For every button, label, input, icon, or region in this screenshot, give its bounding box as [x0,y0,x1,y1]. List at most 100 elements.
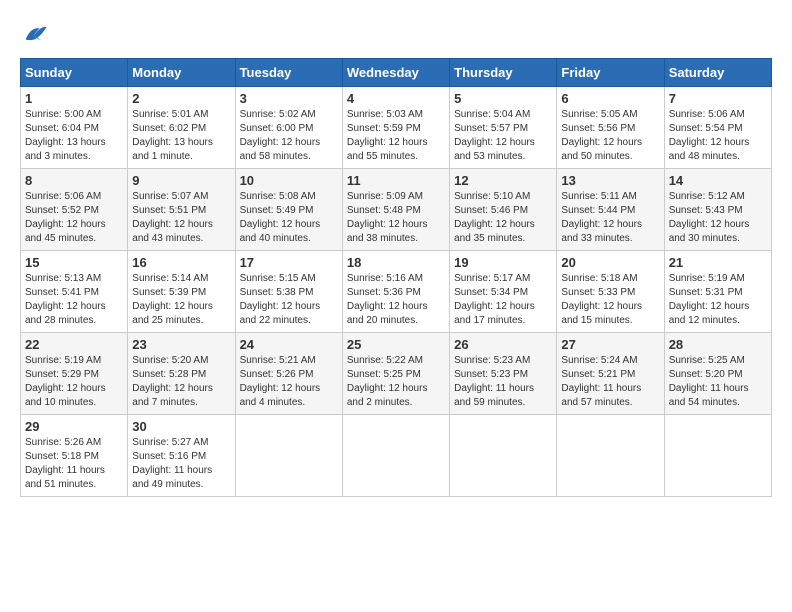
day-info: Sunrise: 5:14 AM Sunset: 5:39 PM Dayligh… [132,272,230,328]
calendar-cell [342,415,449,497]
calendar-cell: 11 Sunrise: 5:09 AM Sunset: 5:48 PM Dayl… [342,169,449,251]
header-monday: Monday [128,59,235,87]
calendar-cell: 28 Sunrise: 5:25 AM Sunset: 5:20 PM Dayl… [664,333,771,415]
day-info: Sunrise: 5:02 AM Sunset: 6:00 PM Dayligh… [240,108,338,164]
day-info: Sunrise: 5:24 AM Sunset: 5:21 PM Dayligh… [561,354,659,410]
calendar-body: 1 Sunrise: 5:00 AM Sunset: 6:04 PM Dayli… [21,87,772,497]
day-number: 4 [347,91,445,106]
calendar-cell: 21 Sunrise: 5:19 AM Sunset: 5:31 PM Dayl… [664,251,771,333]
day-info: Sunrise: 5:11 AM Sunset: 5:44 PM Dayligh… [561,190,659,246]
calendar-row-1: 8 Sunrise: 5:06 AM Sunset: 5:52 PM Dayli… [21,169,772,251]
calendar-cell: 22 Sunrise: 5:19 AM Sunset: 5:29 PM Dayl… [21,333,128,415]
day-info: Sunrise: 5:05 AM Sunset: 5:56 PM Dayligh… [561,108,659,164]
day-number: 5 [454,91,552,106]
day-number: 8 [25,173,123,188]
day-number: 30 [132,419,230,434]
day-number: 28 [669,337,767,352]
day-info: Sunrise: 5:25 AM Sunset: 5:20 PM Dayligh… [669,354,767,410]
day-info: Sunrise: 5:04 AM Sunset: 5:57 PM Dayligh… [454,108,552,164]
day-info: Sunrise: 5:01 AM Sunset: 6:02 PM Dayligh… [132,108,230,164]
day-info: Sunrise: 5:08 AM Sunset: 5:49 PM Dayligh… [240,190,338,246]
day-number: 11 [347,173,445,188]
calendar-cell: 1 Sunrise: 5:00 AM Sunset: 6:04 PM Dayli… [21,87,128,169]
weekday-header-row: Sunday Monday Tuesday Wednesday Thursday… [21,59,772,87]
day-info: Sunrise: 5:09 AM Sunset: 5:48 PM Dayligh… [347,190,445,246]
day-info: Sunrise: 5:00 AM Sunset: 6:04 PM Dayligh… [25,108,123,164]
calendar-cell: 10 Sunrise: 5:08 AM Sunset: 5:49 PM Dayl… [235,169,342,251]
day-info: Sunrise: 5:13 AM Sunset: 5:41 PM Dayligh… [25,272,123,328]
day-number: 1 [25,91,123,106]
calendar-cell: 15 Sunrise: 5:13 AM Sunset: 5:41 PM Dayl… [21,251,128,333]
day-number: 21 [669,255,767,270]
calendar-cell: 17 Sunrise: 5:15 AM Sunset: 5:38 PM Dayl… [235,251,342,333]
day-number: 2 [132,91,230,106]
day-number: 19 [454,255,552,270]
day-number: 15 [25,255,123,270]
calendar-cell [450,415,557,497]
day-info: Sunrise: 5:10 AM Sunset: 5:46 PM Dayligh… [454,190,552,246]
calendar-row-3: 22 Sunrise: 5:19 AM Sunset: 5:29 PM Dayl… [21,333,772,415]
day-number: 10 [240,173,338,188]
day-number: 9 [132,173,230,188]
day-info: Sunrise: 5:06 AM Sunset: 5:54 PM Dayligh… [669,108,767,164]
calendar-cell: 19 Sunrise: 5:17 AM Sunset: 5:34 PM Dayl… [450,251,557,333]
day-number: 20 [561,255,659,270]
calendar-cell [664,415,771,497]
calendar-row-0: 1 Sunrise: 5:00 AM Sunset: 6:04 PM Dayli… [21,87,772,169]
day-number: 16 [132,255,230,270]
calendar-cell: 4 Sunrise: 5:03 AM Sunset: 5:59 PM Dayli… [342,87,449,169]
day-number: 12 [454,173,552,188]
day-info: Sunrise: 5:17 AM Sunset: 5:34 PM Dayligh… [454,272,552,328]
day-info: Sunrise: 5:15 AM Sunset: 5:38 PM Dayligh… [240,272,338,328]
day-info: Sunrise: 5:03 AM Sunset: 5:59 PM Dayligh… [347,108,445,164]
day-number: 26 [454,337,552,352]
day-number: 14 [669,173,767,188]
calendar-row-2: 15 Sunrise: 5:13 AM Sunset: 5:41 PM Dayl… [21,251,772,333]
calendar-cell [235,415,342,497]
day-number: 7 [669,91,767,106]
calendar-cell: 29 Sunrise: 5:26 AM Sunset: 5:18 PM Dayl… [21,415,128,497]
calendar-header: Sunday Monday Tuesday Wednesday Thursday… [21,59,772,87]
calendar-cell: 18 Sunrise: 5:16 AM Sunset: 5:36 PM Dayl… [342,251,449,333]
day-info: Sunrise: 5:20 AM Sunset: 5:28 PM Dayligh… [132,354,230,410]
day-info: Sunrise: 5:19 AM Sunset: 5:31 PM Dayligh… [669,272,767,328]
calendar-cell: 26 Sunrise: 5:23 AM Sunset: 5:23 PM Dayl… [450,333,557,415]
day-info: Sunrise: 5:18 AM Sunset: 5:33 PM Dayligh… [561,272,659,328]
header-saturday: Saturday [664,59,771,87]
day-number: 29 [25,419,123,434]
header-tuesday: Tuesday [235,59,342,87]
calendar-cell: 7 Sunrise: 5:06 AM Sunset: 5:54 PM Dayli… [664,87,771,169]
day-info: Sunrise: 5:16 AM Sunset: 5:36 PM Dayligh… [347,272,445,328]
calendar-cell: 25 Sunrise: 5:22 AM Sunset: 5:25 PM Dayl… [342,333,449,415]
day-info: Sunrise: 5:22 AM Sunset: 5:25 PM Dayligh… [347,354,445,410]
day-number: 24 [240,337,338,352]
day-number: 13 [561,173,659,188]
logo-icon [20,20,48,48]
calendar-cell: 30 Sunrise: 5:27 AM Sunset: 5:16 PM Dayl… [128,415,235,497]
calendar-cell: 5 Sunrise: 5:04 AM Sunset: 5:57 PM Dayli… [450,87,557,169]
day-number: 23 [132,337,230,352]
day-info: Sunrise: 5:27 AM Sunset: 5:16 PM Dayligh… [132,436,230,492]
calendar-cell: 8 Sunrise: 5:06 AM Sunset: 5:52 PM Dayli… [21,169,128,251]
day-number: 27 [561,337,659,352]
header-friday: Friday [557,59,664,87]
calendar-cell: 3 Sunrise: 5:02 AM Sunset: 6:00 PM Dayli… [235,87,342,169]
day-number: 18 [347,255,445,270]
day-info: Sunrise: 5:06 AM Sunset: 5:52 PM Dayligh… [25,190,123,246]
header-wednesday: Wednesday [342,59,449,87]
calendar-cell: 6 Sunrise: 5:05 AM Sunset: 5:56 PM Dayli… [557,87,664,169]
logo [20,20,52,48]
day-info: Sunrise: 5:23 AM Sunset: 5:23 PM Dayligh… [454,354,552,410]
calendar-cell: 13 Sunrise: 5:11 AM Sunset: 5:44 PM Dayl… [557,169,664,251]
day-info: Sunrise: 5:12 AM Sunset: 5:43 PM Dayligh… [669,190,767,246]
calendar-cell: 20 Sunrise: 5:18 AM Sunset: 5:33 PM Dayl… [557,251,664,333]
header-thursday: Thursday [450,59,557,87]
calendar-table: Sunday Monday Tuesday Wednesday Thursday… [20,58,772,497]
day-number: 6 [561,91,659,106]
calendar-cell: 27 Sunrise: 5:24 AM Sunset: 5:21 PM Dayl… [557,333,664,415]
day-info: Sunrise: 5:21 AM Sunset: 5:26 PM Dayligh… [240,354,338,410]
calendar-cell [557,415,664,497]
calendar-cell: 24 Sunrise: 5:21 AM Sunset: 5:26 PM Dayl… [235,333,342,415]
calendar-cell: 23 Sunrise: 5:20 AM Sunset: 5:28 PM Dayl… [128,333,235,415]
day-number: 17 [240,255,338,270]
